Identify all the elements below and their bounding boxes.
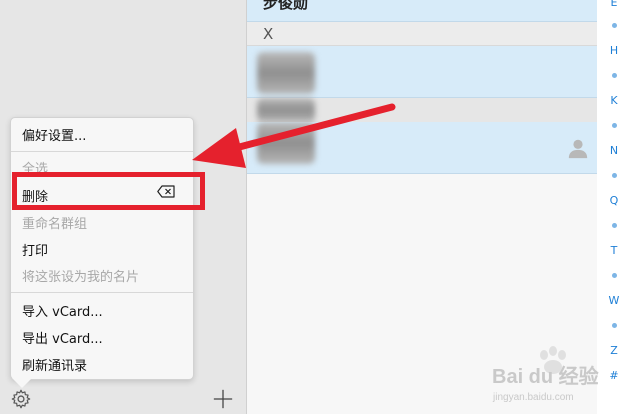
index-letter-q[interactable]: Q: [597, 194, 631, 207]
blurred-avatar: [257, 122, 315, 164]
index-dot: [612, 73, 617, 78]
sidebar-toolbar: [0, 384, 247, 414]
index-dot: [612, 123, 617, 128]
menu-separator: [11, 151, 193, 152]
section-letter: X: [263, 25, 274, 43]
index-dot: [612, 323, 617, 328]
add-contact-icon[interactable]: [212, 388, 234, 410]
contact-row[interactable]: [247, 46, 597, 98]
contact-row[interactable]: 步俊勋: [247, 0, 597, 22]
menu-item-refresh[interactable]: 刷新通讯录: [22, 355, 87, 374]
row-gap: [247, 98, 597, 122]
watermark-logo-text: Bai du 经验: [492, 366, 599, 388]
menu-item-set-my-card[interactable]: 将这张设为我的名片: [22, 266, 139, 285]
index-letter-t[interactable]: T: [597, 244, 631, 257]
contact-row[interactable]: [247, 122, 597, 174]
index-letter-k[interactable]: K: [597, 94, 631, 107]
gear-icon[interactable]: [10, 388, 32, 410]
menu-item-preferences[interactable]: 偏好设置...: [22, 125, 86, 144]
menu-item-print[interactable]: 打印: [22, 240, 48, 259]
person-icon: [568, 139, 588, 159]
menu-item-export-vcard[interactable]: 导出 vCard...: [22, 328, 103, 347]
menu-separator: [11, 292, 193, 293]
index-letter-n[interactable]: N: [597, 144, 631, 157]
index-letter-w[interactable]: W: [597, 294, 631, 307]
index-dot: [612, 23, 617, 28]
menu-pointer: [12, 378, 32, 388]
highlight-box: [12, 172, 205, 210]
menu-item-import-vcard[interactable]: 导入 vCard...: [22, 301, 103, 320]
blurred-avatar: [257, 52, 315, 94]
blurred-avatar: [257, 98, 315, 122]
watermark-url: jingyan.baidu.com: [493, 392, 574, 403]
index-dot: [612, 273, 617, 278]
index-dot: [612, 223, 617, 228]
index-letter-h[interactable]: H: [597, 44, 631, 57]
section-header: X: [247, 22, 597, 46]
menu-item-rename-group[interactable]: 重命名群组: [22, 213, 87, 232]
index-letter-e[interactable]: E: [597, 0, 631, 9]
index-dot: [612, 173, 617, 178]
contact-name: 步俊勋: [263, 0, 309, 12]
